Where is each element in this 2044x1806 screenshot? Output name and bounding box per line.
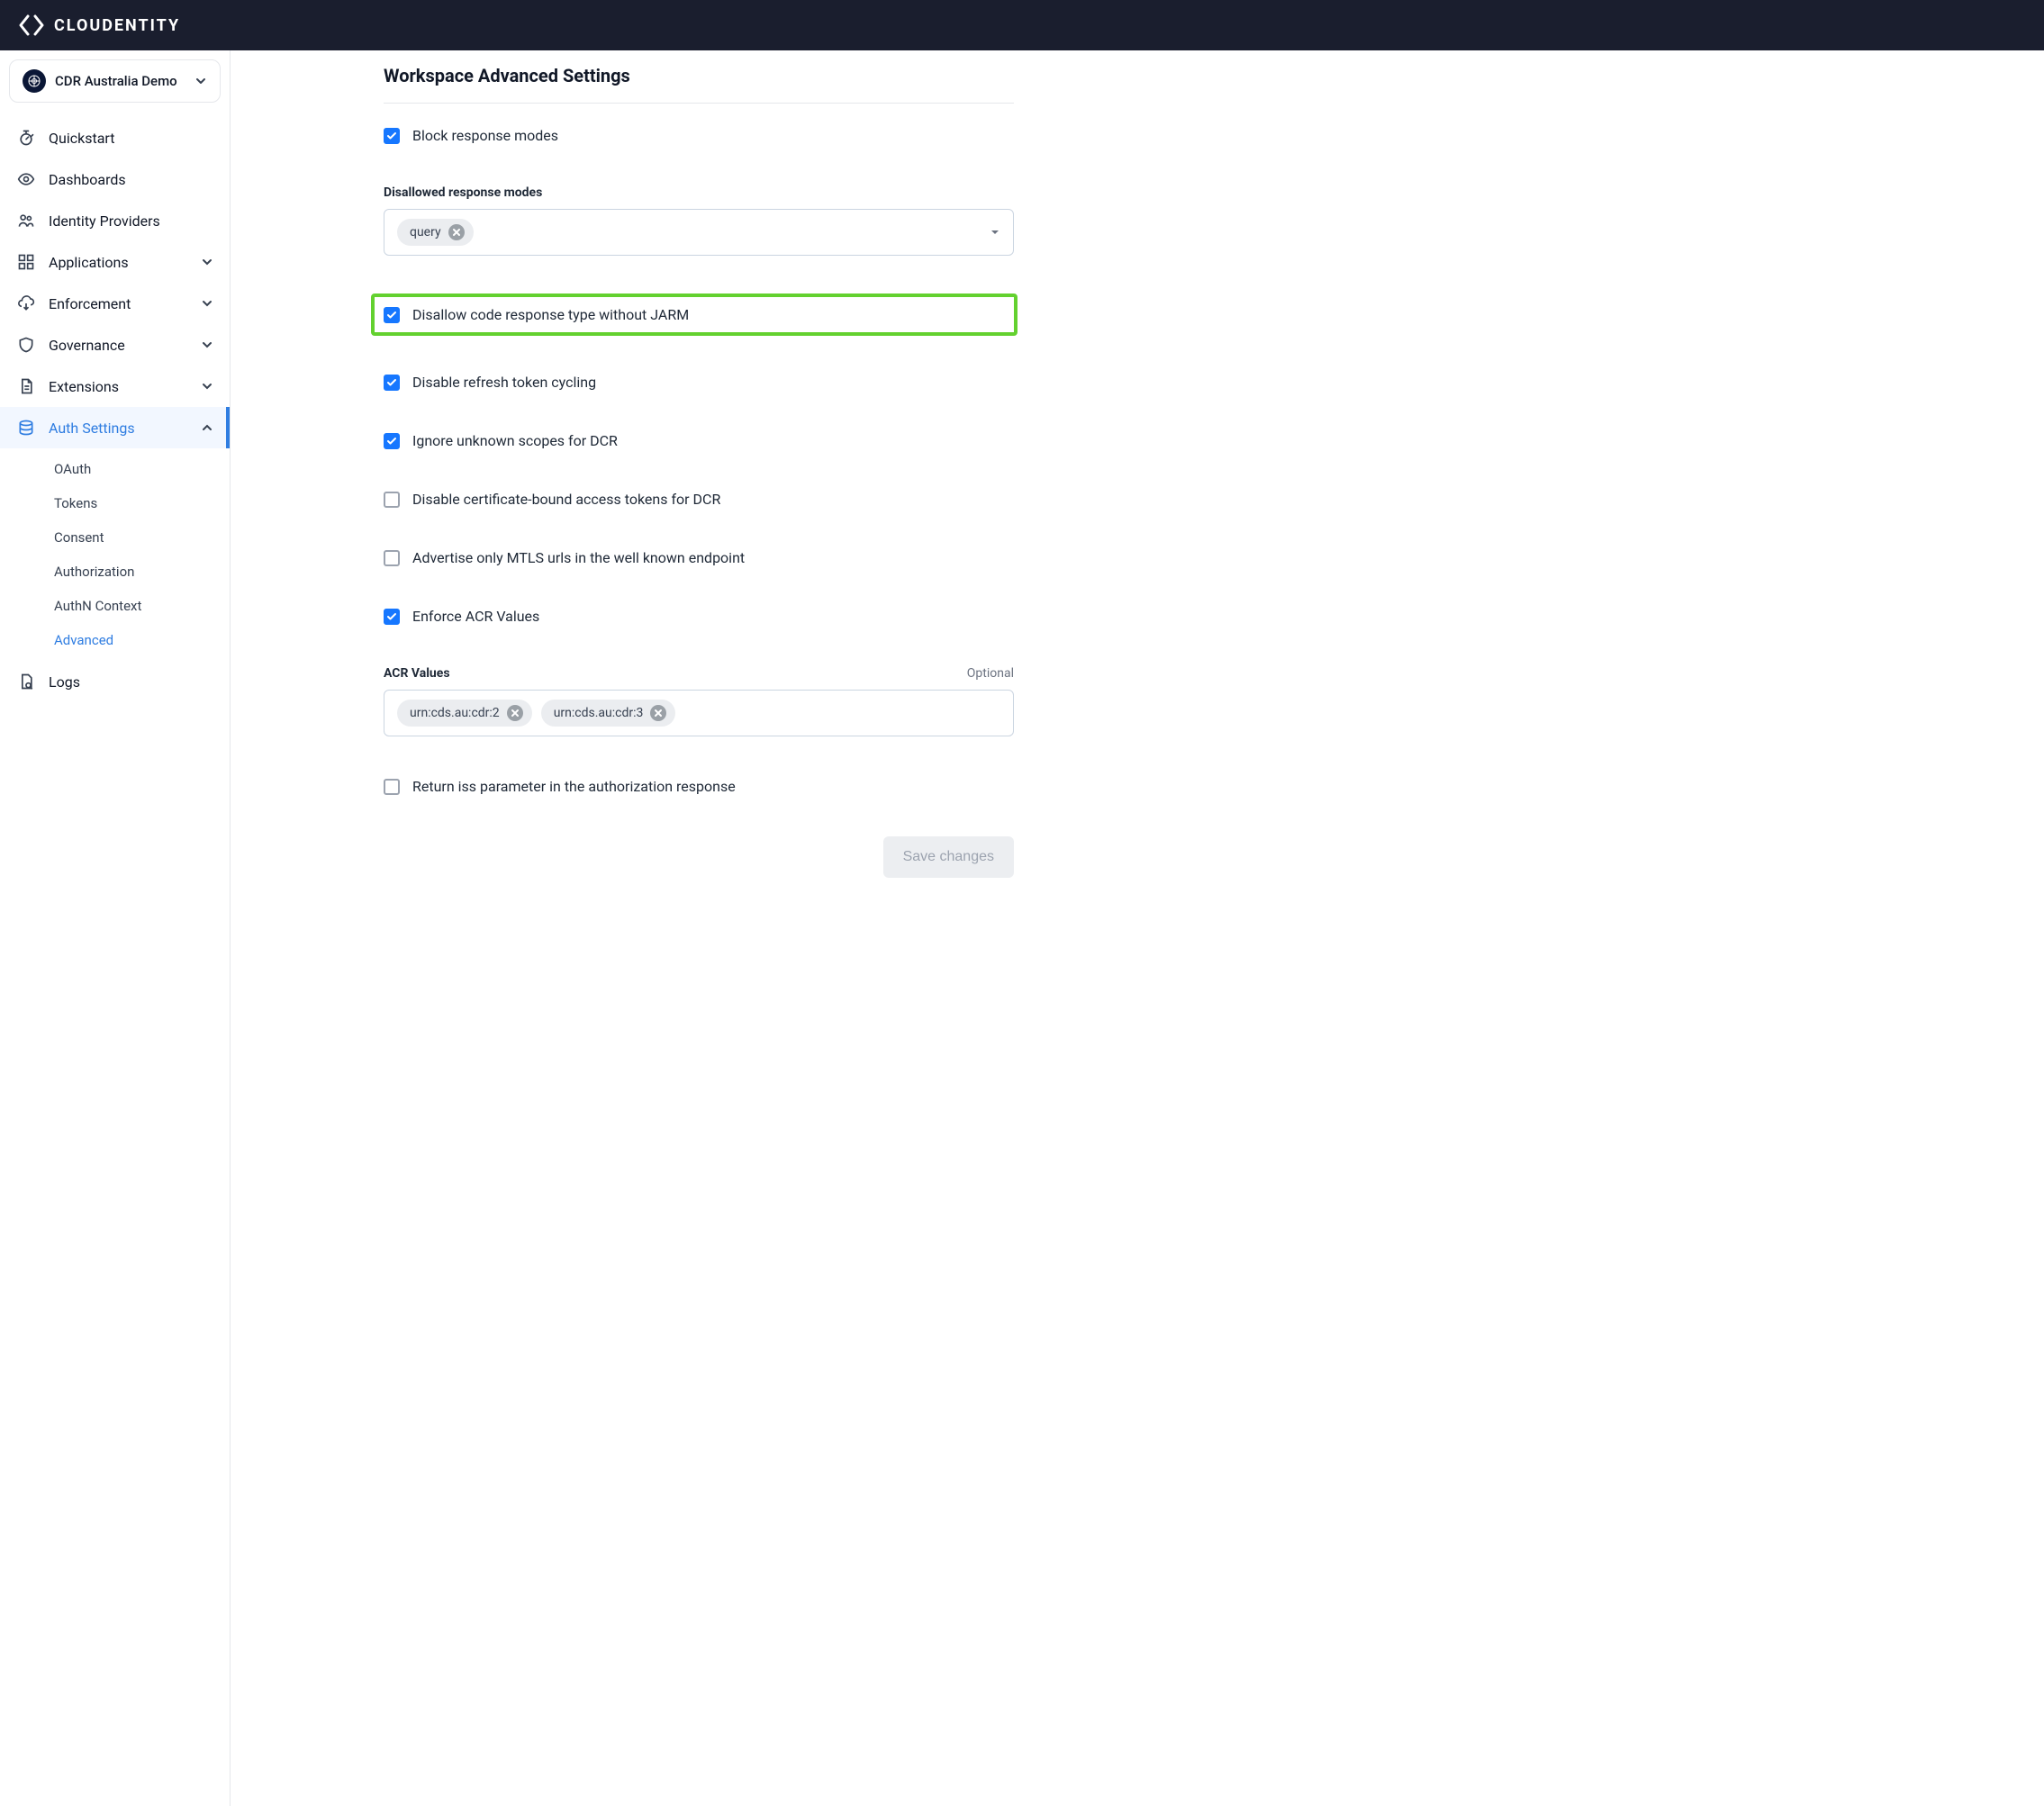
sidebar-item-identity-providers[interactable]: Identity Providers [0,200,230,241]
multiselect-acr-values[interactable]: urn:cds.au:cdr:2 urn:cds.au:cdr:3 [384,690,1014,736]
chip-remove-icon[interactable] [448,224,465,240]
sidebar-subitem-authn-context[interactable]: AuthN Context [0,589,230,623]
brand-name: CLOUDENTITY [54,16,180,35]
sidebar-item-enforcement[interactable]: Enforcement [0,283,230,324]
sidebar-item-auth-settings[interactable]: Auth Settings [0,407,230,448]
checkbox-enforce-acr[interactable] [384,609,400,625]
sidebar-item-label: Governance [49,337,188,354]
sidebar-item-label: Auth Settings [49,420,188,437]
checkbox-disable-cert-bound-dcr[interactable] [384,492,400,508]
main-content: Workspace Advanced Settings Block respon… [231,50,2044,1806]
checkbox-ignore-unknown-scopes-dcr[interactable] [384,433,400,449]
dropdown-caret-icon[interactable] [990,227,1000,238]
sidebar-item-label: Enforcement [49,295,188,312]
top-bar: CLOUDENTITY [0,0,2044,50]
multiselect-disallowed-response-modes[interactable]: query [384,209,1014,256]
sidebar-item-label: Quickstart [49,130,213,147]
field-row-acr-values: ACR Values Optional [384,666,1014,681]
brand-mark-icon [18,14,45,36]
chip-label: urn:cds.au:cdr:3 [554,706,644,720]
sidebar-item-label: Extensions [49,378,188,395]
save-button[interactable]: Save changes [883,836,1014,878]
chip: urn:cds.au:cdr:3 [541,700,676,727]
sidebar-item-label: Identity Providers [49,212,213,230]
sidebar-item-logs[interactable]: Logs [0,661,230,702]
chip-label: urn:cds.au:cdr:2 [410,706,500,720]
sidebar-item-label: Logs [49,673,213,691]
sidebar: CDR Australia Demo Quickstart Dashboards… [0,50,231,1806]
setting-block-response-modes: Block response modes [384,127,1014,144]
sidebar-subitem-advanced[interactable]: Advanced [0,623,230,657]
chevron-down-icon [194,75,207,87]
setting-label: Enforce ACR Values [412,608,539,625]
sidebar-item-governance[interactable]: Governance [0,324,230,366]
sidebar-subitem-oauth[interactable]: OAuth [0,452,230,486]
workspace-switcher[interactable]: CDR Australia Demo [9,59,221,103]
chevron-down-icon [201,256,213,268]
users-icon [16,211,36,230]
setting-label: Return iss parameter in the authorizatio… [412,778,736,795]
setting-disallow-code-without-jarm: Disallow code response type without JARM [371,293,1017,336]
sidebar-subitem-tokens[interactable]: Tokens [0,486,230,520]
chevron-down-icon [201,380,213,393]
setting-label: Disable certificate-bound access tokens … [412,491,720,508]
setting-advertise-mtls-only: Advertise only MTLS urls in the well kno… [384,549,1014,566]
chip: urn:cds.au:cdr:2 [397,700,532,727]
setting-label: Block response modes [412,127,558,144]
chip-remove-icon[interactable] [507,705,523,721]
save-row: Save changes [384,836,1014,878]
setting-return-iss: Return iss parameter in the authorizatio… [384,778,1014,795]
sidebar-item-quickstart[interactable]: Quickstart [0,117,230,158]
chevron-down-icon [201,297,213,310]
sidebar-item-label: Applications [49,254,188,271]
checkbox-return-iss[interactable] [384,779,400,795]
eye-icon [16,169,36,189]
sidebar-item-label: Dashboards [49,171,213,188]
optional-label: Optional [967,666,1014,681]
chip-label: query [410,225,441,239]
page-title: Workspace Advanced Settings [384,65,1014,86]
checkbox-block-response-modes[interactable] [384,128,400,144]
checkbox-disable-refresh-cycling[interactable] [384,375,400,391]
setting-enforce-acr: Enforce ACR Values [384,608,1014,625]
divider [384,103,1014,104]
setting-disable-cert-bound-dcr: Disable certificate-bound access tokens … [384,491,1014,508]
sidebar-subitem-authorization[interactable]: Authorization [0,555,230,589]
checkbox-disallow-code-without-jarm[interactable] [384,307,400,323]
field-label: ACR Values [384,666,450,681]
shield-icon [16,335,36,355]
chevron-down-icon [201,339,213,351]
grid-icon [16,252,36,272]
field-label: Disallowed response modes [384,185,542,200]
setting-label: Ignore unknown scopes for DCR [412,432,618,449]
sidebar-subitem-consent[interactable]: Consent [0,520,230,555]
workspace-badge-icon [23,69,46,93]
checkbox-advertise-mtls-only[interactable] [384,550,400,566]
field-row-disallowed-modes: Disallowed response modes [384,185,1014,200]
chip-remove-icon[interactable] [650,705,666,721]
sidebar-item-extensions[interactable]: Extensions [0,366,230,407]
sidebar-subnav-auth: OAuth Tokens Consent Authorization AuthN… [0,448,230,661]
setting-label: Advertise only MTLS urls in the well kno… [412,549,745,566]
setting-ignore-unknown-scopes-dcr: Ignore unknown scopes for DCR [384,432,1014,449]
setting-disable-refresh-cycling: Disable refresh token cycling [384,374,1014,391]
brand-logo: CLOUDENTITY [18,14,180,36]
cloud-download-icon [16,293,36,313]
sidebar-item-applications[interactable]: Applications [0,241,230,283]
sidebar-item-dashboards[interactable]: Dashboards [0,158,230,200]
stopwatch-icon [16,128,36,148]
document-icon [16,376,36,396]
workspace-name: CDR Australia Demo [55,73,185,89]
setting-label: Disable refresh token cycling [412,374,596,391]
chevron-up-icon [201,421,213,434]
setting-label: Disallow code response type without JARM [412,306,689,323]
search-doc-icon [16,672,36,691]
chip: query [397,219,474,246]
database-icon [16,418,36,438]
sidebar-nav: Quickstart Dashboards Identity Providers… [0,112,230,708]
